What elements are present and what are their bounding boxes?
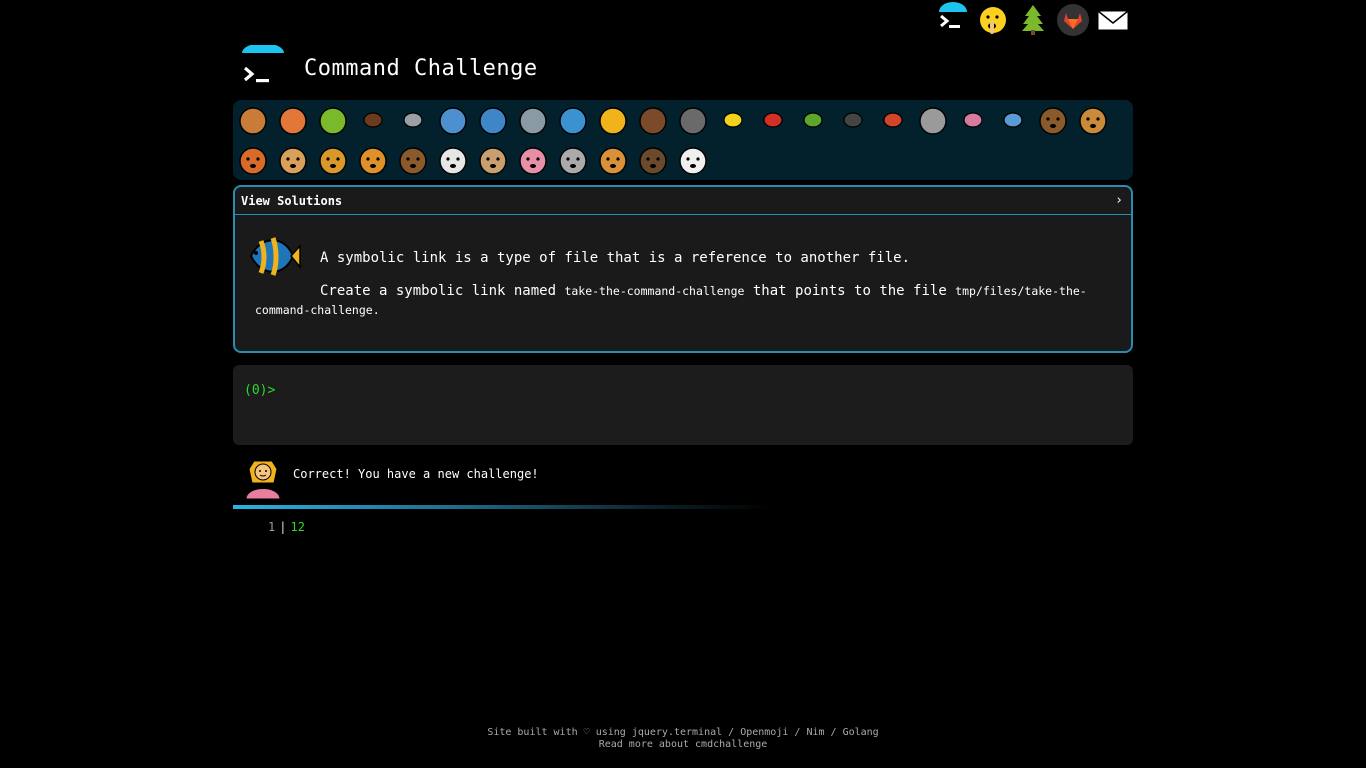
worm-icon[interactable] xyxy=(956,103,990,137)
monkey-icon[interactable] xyxy=(1036,103,1070,137)
terminal-input[interactable]: (0)> xyxy=(233,365,1133,445)
shark-icon[interactable] xyxy=(516,103,550,137)
panda-icon[interactable] xyxy=(676,143,710,177)
link-name-code: take-the-command-challenge xyxy=(564,284,745,298)
butterfly-icon[interactable] xyxy=(276,103,310,137)
scorpion-icon[interactable] xyxy=(876,103,910,137)
score-separator: | xyxy=(279,520,287,534)
challenge-description: A symbolic link is a type of file that i… xyxy=(320,250,911,266)
tiger-icon[interactable] xyxy=(356,143,390,177)
spider-icon[interactable] xyxy=(836,103,870,137)
shushing-face-icon[interactable] xyxy=(975,2,1011,38)
challenge-task: Create a symbolic link named take-the-co… xyxy=(255,282,1115,320)
elf-icon xyxy=(240,453,286,500)
nim-link[interactable]: Nim xyxy=(806,727,824,738)
footer-using: using xyxy=(589,727,632,738)
task-prefix: Create a symbolic link named xyxy=(320,283,565,299)
jquery-terminal-link[interactable]: jquery.terminal xyxy=(632,727,722,738)
cat-icon[interactable] xyxy=(276,143,310,177)
golang-link[interactable]: Golang xyxy=(843,727,879,738)
footer-sep-2: / xyxy=(788,727,807,738)
bee-icon[interactable] xyxy=(716,103,750,137)
unicorn-icon[interactable] xyxy=(436,143,470,177)
whale-icon[interactable] xyxy=(436,103,470,137)
openmoji-link[interactable]: Openmoji xyxy=(740,727,788,738)
wolf-icon[interactable] xyxy=(676,103,710,137)
pig-icon[interactable] xyxy=(516,143,550,177)
envelope-icon[interactable] xyxy=(1095,2,1131,38)
snail-icon[interactable] xyxy=(236,103,270,137)
ladybug-icon[interactable] xyxy=(756,103,790,137)
microbe-icon[interactable] xyxy=(996,103,1030,137)
footer-prefix: Site built with xyxy=(487,727,584,738)
dog-icon[interactable] xyxy=(1076,103,1110,137)
footer-sep-3: / xyxy=(824,727,843,738)
dolphin-icon[interactable] xyxy=(476,103,510,137)
logo-icon[interactable] xyxy=(240,43,286,89)
fish-icon[interactable] xyxy=(556,103,590,137)
challenge-panel: View Solutions › A symbolic link is a ty… xyxy=(233,185,1133,353)
cricket-icon[interactable] xyxy=(796,103,830,137)
cow-icon[interactable] xyxy=(476,143,510,177)
terminal-prompt: (0)> xyxy=(244,383,276,398)
solved-count: 1 xyxy=(268,520,276,534)
task-middle: that points to the file xyxy=(744,283,956,299)
page-title: Command Challenge xyxy=(304,56,538,81)
tropical-fish-icon xyxy=(247,231,301,281)
view-solutions-toggle[interactable]: View Solutions › xyxy=(235,187,1131,215)
caterpillar-icon[interactable] xyxy=(316,103,350,137)
view-solutions-label: View Solutions xyxy=(241,194,343,208)
fly-icon[interactable] xyxy=(916,103,950,137)
challenge-icon-bar xyxy=(233,100,1133,180)
top-icon-bar xyxy=(935,2,1135,42)
lion-icon[interactable] xyxy=(316,143,350,177)
total-count: 12 xyxy=(290,520,305,534)
otter-icon[interactable] xyxy=(636,103,670,137)
ant-icon[interactable] xyxy=(356,103,390,137)
task-suffix: . xyxy=(372,303,380,317)
footer: Site built with ♡ using jquery.terminal … xyxy=(0,727,1366,751)
score-counter: 1 | 12 xyxy=(268,520,305,534)
mouse-icon[interactable] xyxy=(556,143,590,177)
gitlab-icon[interactable] xyxy=(1055,2,1091,38)
spider-web-icon[interactable] xyxy=(396,103,430,137)
horse-icon[interactable] xyxy=(396,143,430,177)
tropical-fish-icon[interactable] xyxy=(596,103,630,137)
footer-line-1: Site built with ♡ using jquery.terminal … xyxy=(0,727,1366,739)
progress-bar xyxy=(233,505,773,509)
result-message: Correct! You have a new challenge! xyxy=(293,467,539,481)
tree-icon[interactable] xyxy=(1015,2,1051,38)
terminal-icon[interactable] xyxy=(935,2,971,38)
hamster-icon[interactable] xyxy=(596,143,630,177)
footer-sep-1: / xyxy=(722,727,741,738)
fox-icon[interactable] xyxy=(236,143,270,177)
bear-icon[interactable] xyxy=(636,143,670,177)
chevron-right-icon: › xyxy=(1115,193,1123,208)
read-more-link[interactable]: Read more about cmdchallenge xyxy=(599,739,768,750)
